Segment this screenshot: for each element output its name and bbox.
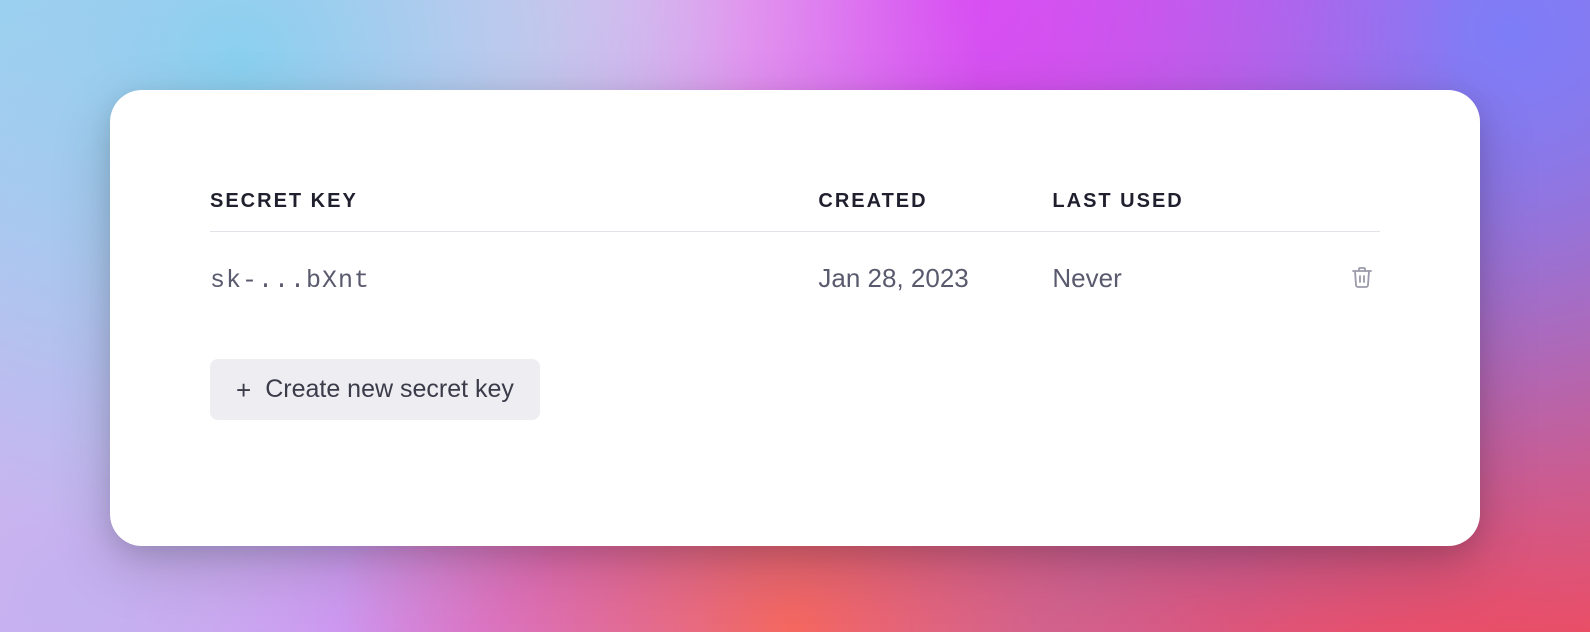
delete-key-button[interactable] xyxy=(1344,258,1380,299)
api-keys-table: SECRET KEY CREATED LAST USED sk-...bXnt … xyxy=(210,190,1380,446)
last-used-value: Never xyxy=(1052,263,1121,293)
api-keys-card: SECRET KEY CREATED LAST USED sk-...bXnt … xyxy=(110,90,1480,546)
table-row: + Create new secret key xyxy=(210,325,1380,446)
created-value: Jan 28, 2023 xyxy=(818,263,968,293)
table-row: sk-...bXnt Jan 28, 2023 Never xyxy=(210,232,1380,326)
header-secret-key: SECRET KEY xyxy=(210,190,818,232)
header-actions xyxy=(1310,190,1380,232)
header-last-used: LAST USED xyxy=(1052,190,1309,232)
create-button-label: Create new secret key xyxy=(265,375,514,404)
header-created: CREATED xyxy=(818,190,1052,232)
plus-icon: + xyxy=(236,377,251,403)
secret-key-value: sk-...bXnt xyxy=(210,266,370,295)
create-new-key-button[interactable]: + Create new secret key xyxy=(210,359,540,420)
trash-icon xyxy=(1350,264,1374,293)
